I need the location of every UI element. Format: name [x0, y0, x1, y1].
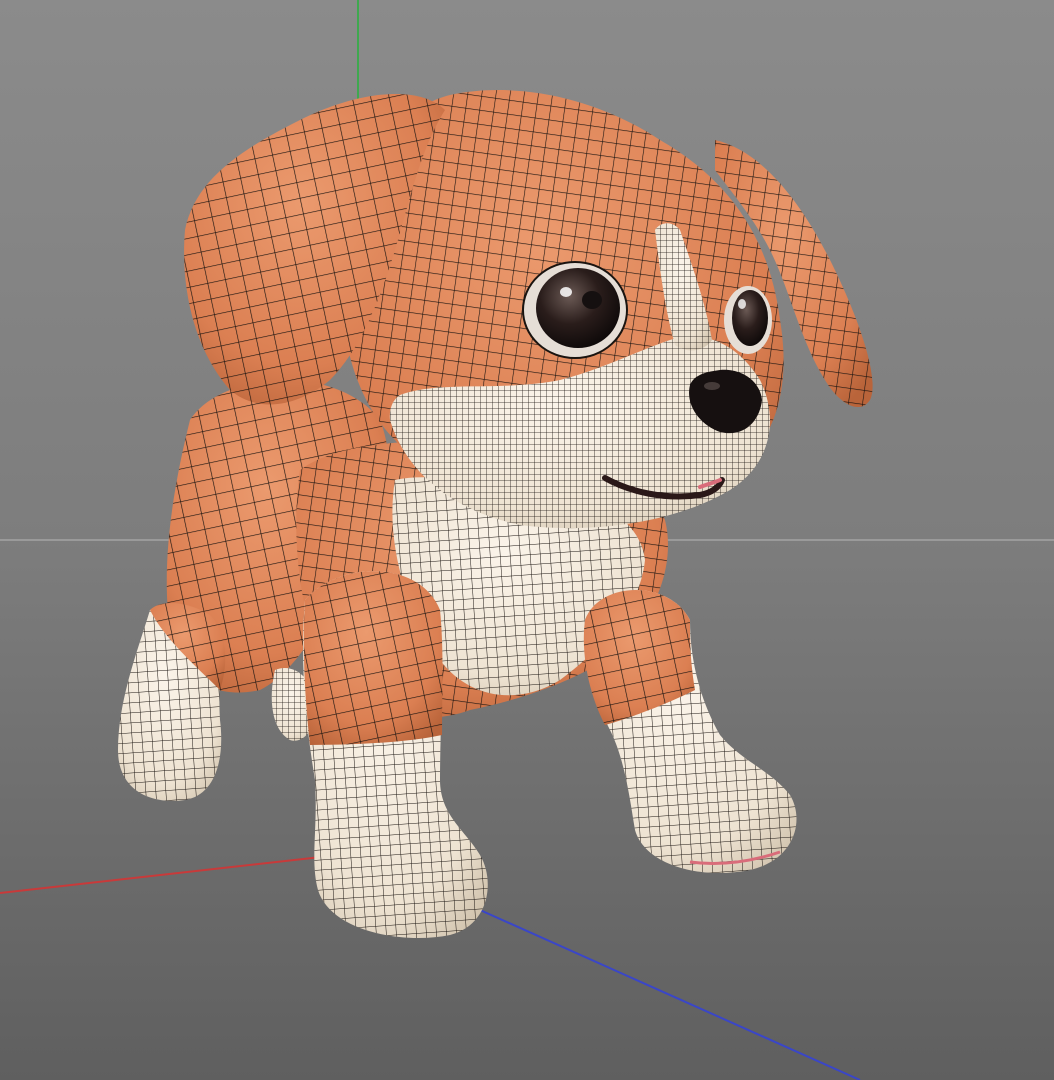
3d-viewport[interactable]: [0, 0, 1054, 1080]
left-eye: [522, 261, 628, 359]
viewport-canvas[interactable]: [0, 0, 1054, 1080]
right-eye: [724, 286, 772, 354]
